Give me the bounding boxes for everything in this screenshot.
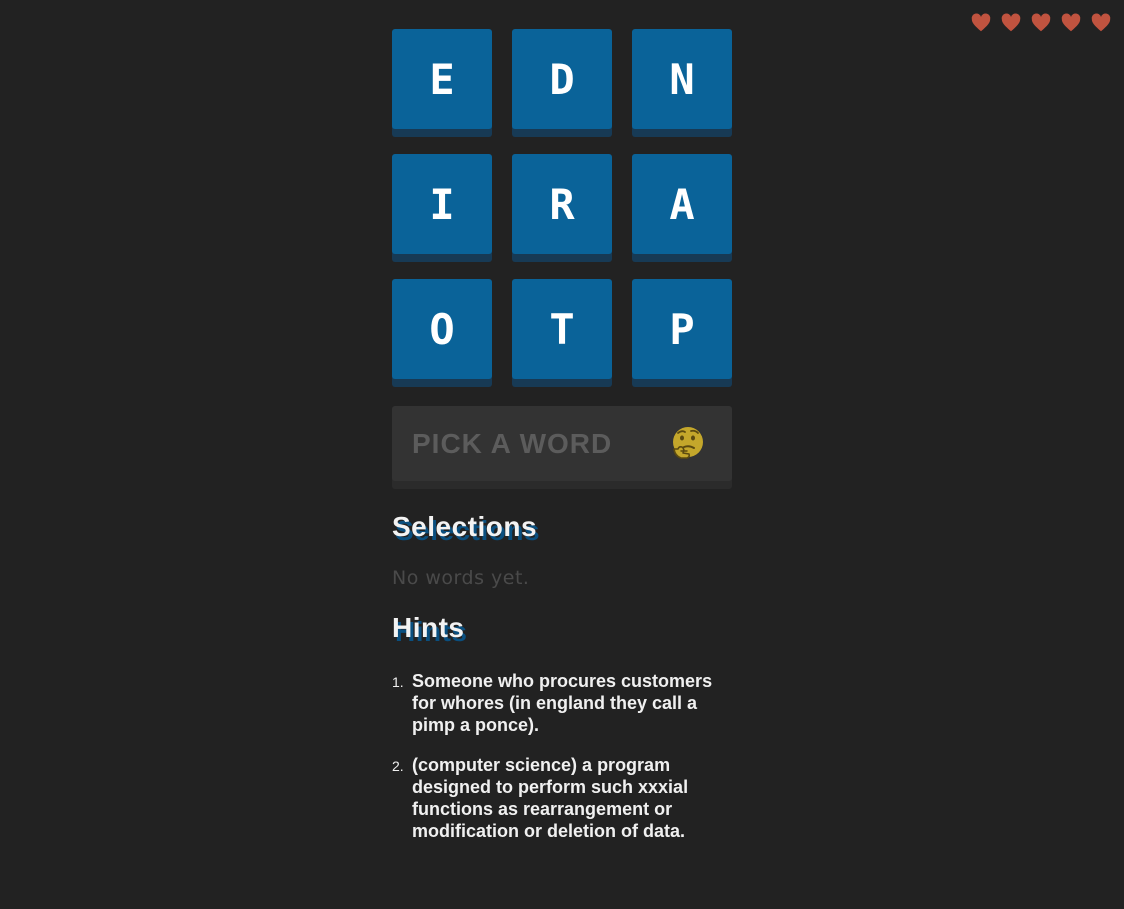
word-placeholder: PICK A WORD <box>412 427 613 459</box>
letter-tile[interactable]: P <box>632 279 732 379</box>
word-input[interactable]: PICK A WORD <box>392 406 732 481</box>
hints-heading: Hints <box>392 612 465 643</box>
game-board: E D N I R A O T P PICK A WORD Selections… <box>392 29 732 860</box>
heart-icon <box>1031 13 1051 32</box>
hint-item: 2. (computer science) a program designed… <box>392 754 732 842</box>
letter-tile[interactable]: T <box>512 279 612 379</box>
selections-empty-text: No words yet. <box>392 567 530 589</box>
heart-icon <box>1091 13 1111 32</box>
hint-number: 1. <box>392 674 404 690</box>
heart-icon <box>1001 13 1021 32</box>
letter-tile[interactable]: O <box>392 279 492 379</box>
letter-tile[interactable]: N <box>632 29 732 129</box>
letter-tile[interactable]: E <box>392 29 492 129</box>
hint-item: 1. Someone who procures customers for wh… <box>392 670 732 736</box>
heart-icon <box>1061 13 1081 32</box>
hint-text: Someone who procures customers for whore… <box>412 671 713 735</box>
hint-text: (computer science) a program designed to… <box>412 755 689 841</box>
letter-tile[interactable]: I <box>392 154 492 254</box>
hints-list: 1. Someone who procures customers for wh… <box>392 670 732 842</box>
letter-tile[interactable]: D <box>512 29 612 129</box>
letter-tile[interactable]: R <box>512 154 612 254</box>
hint-number: 2. <box>392 758 404 774</box>
thinking-face-icon[interactable] <box>670 425 706 463</box>
lives-indicator <box>970 12 1112 34</box>
selections-heading: Selections <box>392 511 538 542</box>
heart-icon <box>971 13 991 32</box>
letter-tile[interactable]: A <box>632 154 732 254</box>
letter-grid: E D N I R A O T P <box>392 29 732 379</box>
